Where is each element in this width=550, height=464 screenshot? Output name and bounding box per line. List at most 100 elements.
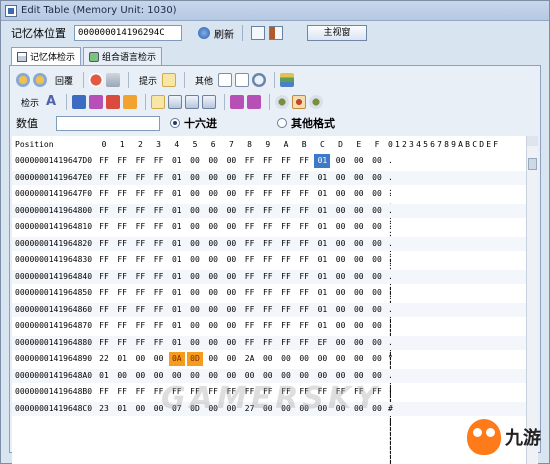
- byte-cell[interactable]: 00: [333, 187, 349, 201]
- dec-purple-icon[interactable]: [89, 95, 104, 109]
- byte-cell[interactable]: 00: [187, 319, 203, 333]
- byte-cell[interactable]: FF: [169, 385, 185, 399]
- refresh-red-icon[interactable]: [89, 73, 104, 87]
- byte-cell[interactable]: 00: [351, 303, 367, 317]
- byte-cell[interactable]: 00: [333, 402, 349, 416]
- byte-cell[interactable]: 01: [314, 286, 330, 300]
- byte-cell[interactable]: 00: [260, 369, 276, 383]
- byte-cell[interactable]: FF: [96, 253, 112, 267]
- byte-cell[interactable]: FF: [242, 253, 258, 267]
- byte-cell[interactable]: FF: [296, 253, 312, 267]
- hex-icon-2[interactable]: [185, 95, 200, 109]
- byte-cell[interactable]: 00: [205, 237, 221, 251]
- byte-cell[interactable]: FF: [242, 237, 258, 251]
- byte-cell[interactable]: FF: [114, 319, 130, 333]
- byte-cell[interactable]: FF: [223, 385, 239, 399]
- byte-cell[interactable]: FF: [132, 220, 148, 234]
- byte-cell[interactable]: EF: [314, 336, 330, 350]
- dot-icon-2[interactable]: [309, 95, 324, 109]
- byte-cell[interactable]: FF: [114, 154, 130, 168]
- byte-cell[interactable]: FF: [260, 336, 276, 350]
- byte-cell[interactable]: 00: [333, 237, 349, 251]
- byte-cell[interactable]: FF: [132, 187, 148, 201]
- byte-cell[interactable]: 00: [369, 187, 385, 201]
- byte-cell[interactable]: 00: [333, 270, 349, 284]
- byte-cell[interactable]: 00: [351, 154, 367, 168]
- byte-cell[interactable]: FF: [242, 303, 258, 317]
- byte-cell[interactable]: 01: [169, 171, 185, 185]
- byte-cell[interactable]: 00: [296, 369, 312, 383]
- dec-red-icon[interactable]: [106, 95, 121, 109]
- byte-cell[interactable]: FF: [296, 187, 312, 201]
- byte-cell[interactable]: 00: [187, 237, 203, 251]
- main-window-button[interactable]: 主视窗: [307, 25, 367, 41]
- byte-cell[interactable]: 00: [333, 204, 349, 218]
- byte-cell[interactable]: 00: [351, 319, 367, 333]
- byte-cell[interactable]: 00: [333, 352, 349, 366]
- byte-cell[interactable]: 00: [223, 402, 239, 416]
- byte-cell[interactable]: 00: [205, 303, 221, 317]
- byte-cell[interactable]: 00: [132, 369, 148, 383]
- byte-cell[interactable]: FF: [260, 154, 276, 168]
- byte-cell[interactable]: 00: [223, 352, 239, 366]
- byte-cell[interactable]: FF: [132, 154, 148, 168]
- byte-cell[interactable]: 00: [314, 352, 330, 366]
- byte-cell[interactable]: 0D: [187, 402, 203, 416]
- byte-cell[interactable]: FF: [260, 385, 276, 399]
- byte-cell[interactable]: 00: [187, 204, 203, 218]
- byte-cell[interactable]: 00: [223, 154, 239, 168]
- font-icon[interactable]: A: [44, 95, 58, 109]
- byte-cell[interactable]: FF: [242, 220, 258, 234]
- tab-assembly-view[interactable]: 组合语言检示: [83, 47, 163, 65]
- byte-cell[interactable]: 01: [169, 220, 185, 234]
- radio-hex[interactable]: 十六进: [170, 115, 217, 131]
- byte-cell[interactable]: FF: [114, 270, 130, 284]
- hint-label[interactable]: 提示: [139, 74, 157, 87]
- tools-icon[interactable]: [33, 73, 47, 87]
- byte-cell[interactable]: 00: [205, 352, 221, 366]
- byte-cell[interactable]: 00: [223, 253, 239, 267]
- byte-cell[interactable]: FF: [96, 270, 112, 284]
- byte-cell[interactable]: 00: [333, 253, 349, 267]
- byte-cell[interactable]: FF: [296, 220, 312, 234]
- byte-cell[interactable]: FF: [132, 385, 148, 399]
- radio-other-format[interactable]: 其他格式: [277, 115, 335, 131]
- byte-cell[interactable]: 00: [223, 303, 239, 317]
- byte-cell[interactable]: 01: [314, 171, 330, 185]
- byte-cell[interactable]: FF: [296, 237, 312, 251]
- byte-cell[interactable]: 00: [278, 352, 294, 366]
- byte-cell[interactable]: 01: [314, 253, 330, 267]
- byte-cell[interactable]: FF: [278, 253, 294, 267]
- refresh-button[interactable]: 刷新: [198, 26, 234, 41]
- vertical-scrollbar[interactable]: [526, 136, 538, 464]
- byte-cell[interactable]: 00: [205, 187, 221, 201]
- byte-cell[interactable]: FF: [132, 270, 148, 284]
- byte-cell[interactable]: 00: [351, 352, 367, 366]
- byte-cell[interactable]: FF: [132, 253, 148, 267]
- byte-cell[interactable]: FF: [151, 187, 167, 201]
- byte-cell[interactable]: 00: [205, 319, 221, 333]
- byte-cell[interactable]: 00: [151, 402, 167, 416]
- byte-cell[interactable]: FF: [278, 303, 294, 317]
- byte-cell[interactable]: 00: [351, 402, 367, 416]
- byte-cell[interactable]: 00: [187, 270, 203, 284]
- byte-cell[interactable]: 00: [205, 154, 221, 168]
- byte-cell[interactable]: FF: [351, 385, 367, 399]
- format-purple-icon-2[interactable]: [247, 95, 262, 109]
- byte-cell[interactable]: 00: [187, 187, 203, 201]
- byte-cell[interactable]: 00: [351, 220, 367, 234]
- byte-cell[interactable]: 00: [187, 303, 203, 317]
- byte-cell[interactable]: 00: [278, 369, 294, 383]
- byte-cell[interactable]: 00: [223, 286, 239, 300]
- address-input[interactable]: 000000014196294C: [74, 25, 182, 41]
- byte-cell[interactable]: FF: [132, 303, 148, 317]
- byte-cell[interactable]: FF: [151, 204, 167, 218]
- paste-icon[interactable]: [235, 73, 250, 87]
- byte-cell[interactable]: 01: [96, 369, 112, 383]
- byte-cell[interactable]: 01: [169, 336, 185, 350]
- scroll-up-button[interactable]: [527, 136, 538, 146]
- byte-cell[interactable]: FF: [114, 204, 130, 218]
- byte-cell[interactable]: 00: [187, 253, 203, 267]
- byte-cell[interactable]: 00: [369, 319, 385, 333]
- byte-cell[interactable]: FF: [132, 286, 148, 300]
